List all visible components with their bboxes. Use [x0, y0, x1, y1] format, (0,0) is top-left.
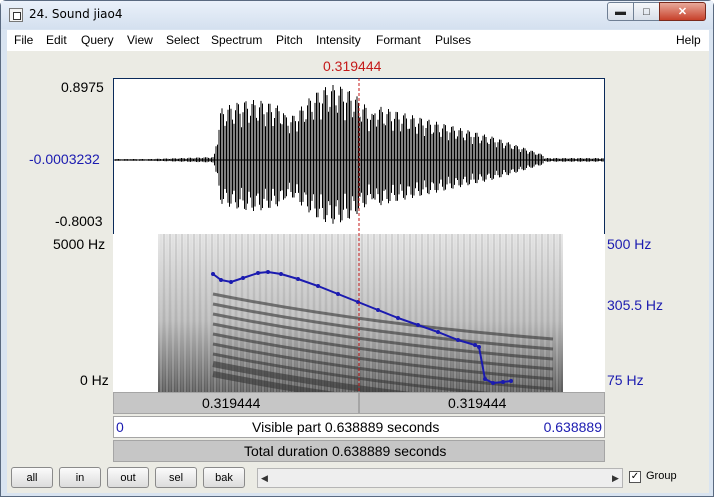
pitch-min-label: 75 Hz — [607, 372, 644, 388]
zoom-out-button[interactable]: out — [107, 467, 149, 488]
close-button[interactable]: ✕ — [659, 2, 706, 21]
menu-pitch[interactable]: Pitch — [276, 33, 303, 47]
total-duration-text: Total duration 0.638889 seconds — [244, 443, 447, 459]
window-title: 24. Sound jiao4 — [29, 7, 123, 21]
pitch-max-label: 500 Hz — [607, 236, 652, 252]
spectrogram-max-freq-label: 5000 Hz — [53, 236, 106, 252]
zoom-selection-button[interactable]: sel — [155, 467, 197, 488]
menu-file[interactable]: File — [14, 33, 33, 47]
group-checkbox[interactable]: ✓ — [629, 471, 641, 483]
waveform-max-label: 0.8975 — [61, 79, 104, 95]
time-bar-left-value: 0.319444 — [202, 395, 261, 411]
total-duration-bar[interactable]: Total duration 0.638889 seconds — [113, 440, 605, 462]
minimize-button[interactable]: ▬ — [607, 2, 634, 21]
time-bar-right[interactable]: 0.319444 — [359, 392, 605, 414]
time-bar-right-value: 0.319444 — [448, 395, 507, 411]
visible-part-bar[interactable]: 0 Visible part 0.638889 seconds 0.638889 — [113, 416, 605, 438]
menu-edit[interactable]: Edit — [46, 33, 67, 47]
show-all-button[interactable]: all — [11, 467, 53, 488]
scroll-right-icon[interactable]: ▶ — [609, 469, 622, 487]
bottom-toolbar: all in out sel bak ◀ ▶ ✓ Group — [7, 463, 709, 493]
visible-end-value: 0.638889 — [543, 419, 602, 435]
maximize-icon: □ — [643, 5, 650, 18]
minimize-icon: ▬ — [615, 5, 626, 18]
menu-help[interactable]: Help — [676, 33, 701, 47]
time-bar-left[interactable]: 0.319444 — [113, 392, 359, 414]
visible-part-text: Visible part 0.638889 seconds — [252, 419, 440, 435]
close-icon: ✕ — [677, 6, 688, 18]
menu-spectrum[interactable]: Spectrum — [211, 33, 262, 47]
zoom-in-button[interactable]: in — [59, 467, 101, 488]
app-icon — [9, 8, 23, 22]
menu-query[interactable]: Query — [81, 33, 114, 47]
cursor-line-layer — [358, 78, 360, 392]
menu-bar: File Edit Query View Select Spectrum Pit… — [7, 30, 709, 51]
visible-start-value: 0 — [116, 419, 124, 435]
menu-formant[interactable]: Formant — [376, 33, 421, 47]
title-bar[interactable]: 24. Sound jiao4 ▬ □ ✕ — [1, 1, 713, 29]
maximize-button[interactable]: □ — [633, 2, 660, 21]
zoom-back-button[interactable]: bak — [203, 467, 245, 488]
scroll-left-icon[interactable]: ◀ — [258, 469, 271, 487]
menu-pulses[interactable]: Pulses — [435, 33, 471, 47]
praat-sound-window: 24. Sound jiao4 ▬ □ ✕ File Edit Query Vi… — [0, 0, 714, 497]
spectrogram-min-freq-label: 0 Hz — [80, 372, 109, 388]
waveform-min-label: -0.8003 — [55, 213, 103, 229]
group-label: Group — [646, 470, 677, 482]
menu-select[interactable]: Select — [166, 33, 199, 47]
cursor-time-label: 0.319444 — [323, 58, 382, 74]
menu-view[interactable]: View — [127, 33, 153, 47]
pitch-mid-label: 305.5 Hz — [607, 297, 664, 313]
waveform-mid-label: -0.0003232 — [29, 151, 100, 167]
time-scrollbar[interactable]: ◀ ▶ — [257, 468, 623, 488]
menu-intensity[interactable]: Intensity — [316, 33, 361, 47]
